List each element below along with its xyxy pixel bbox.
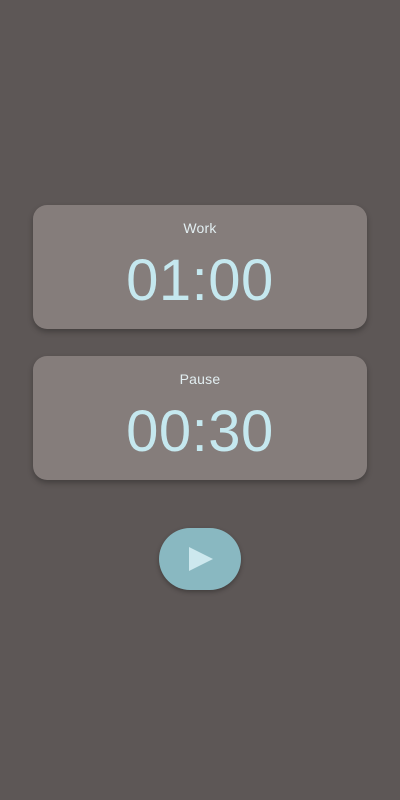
pause-timer-card[interactable]: Pause 00:30 bbox=[33, 356, 367, 480]
work-time-value: 01:00 bbox=[126, 248, 274, 313]
work-label: Work bbox=[183, 220, 217, 236]
work-timer-card[interactable]: Work 01:00 bbox=[33, 205, 367, 329]
pause-label: Pause bbox=[179, 371, 221, 387]
start-button[interactable] bbox=[159, 528, 241, 590]
pause-time-value: 00:30 bbox=[126, 399, 274, 464]
play-icon bbox=[189, 547, 213, 571]
